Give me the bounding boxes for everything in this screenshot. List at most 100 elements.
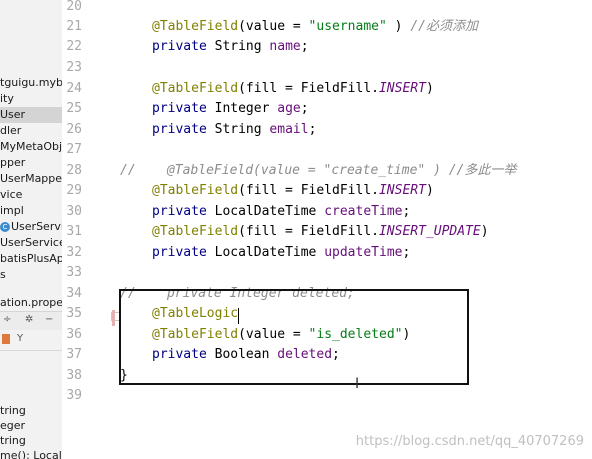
structure-item-label: tring xyxy=(0,404,26,417)
type-name: String xyxy=(206,39,270,54)
code-line-28[interactable]: // @TableField(value = "create_time" ) /… xyxy=(120,161,516,181)
line-number: 28 xyxy=(66,163,82,178)
tree-item-label: dler xyxy=(0,124,22,137)
filter-icon[interactable]: Y xyxy=(17,333,23,344)
structure-item-label: me(): LocalDat xyxy=(0,449,62,459)
tree-item-label: batisPlusAppl xyxy=(0,252,63,265)
enum-constant: INSERT xyxy=(378,183,426,198)
tree-item-label: User xyxy=(0,108,26,121)
code-line-25[interactable]: private Integer age; xyxy=(152,99,309,119)
tree-item-userservice[interactable]: UserService xyxy=(0,235,62,251)
structure-item-string[interactable]: tring xyxy=(0,403,26,419)
line-number: 25 xyxy=(66,101,82,116)
comment: //必须添加 xyxy=(410,19,478,34)
keyword: private xyxy=(152,101,207,116)
keyword: private xyxy=(152,39,207,54)
tree-item-label: ation.properti xyxy=(0,296,63,309)
string-literal: "username" xyxy=(308,19,387,34)
code-text: ) xyxy=(480,224,489,239)
line-number: 37 xyxy=(66,347,82,362)
line-number: 31 xyxy=(66,224,82,239)
code-line-29[interactable]: @TableField(fill = FieldFill.INSERT) xyxy=(152,181,434,201)
tree-item-label: pper xyxy=(0,156,26,169)
tree-item-entity-package[interactable]: ity xyxy=(0,91,14,107)
line-number-gutter: 20 21 22 23 24 25 26 27 28 29 30 31 32 3… xyxy=(62,0,120,459)
code-line-22[interactable]: private String name; xyxy=(152,37,309,57)
code-text: ) xyxy=(425,183,434,198)
project-tree-panel: tguigu.mybati ity User dler MyMetaObjec … xyxy=(0,0,63,459)
tree-item-label: ity xyxy=(0,92,14,105)
keyword: private xyxy=(152,122,207,137)
code-text: ) xyxy=(386,19,411,34)
field-name: createTime xyxy=(324,204,403,219)
type-name: LocalDateTime xyxy=(206,245,325,260)
line-number: 34 xyxy=(66,286,82,301)
highlight-rectangle xyxy=(119,289,469,385)
field-name: name xyxy=(269,39,301,54)
code-line-30[interactable]: private LocalDateTime createTime; xyxy=(152,202,410,222)
line-number: 29 xyxy=(66,183,82,198)
line-number: 23 xyxy=(66,60,82,75)
tree-item-module[interactable]: tguigu.mybati xyxy=(0,75,63,91)
code-text: (value = xyxy=(238,19,309,34)
tree-item-mapper-package[interactable]: pper xyxy=(0,155,25,171)
tree-item-properties-file[interactable]: ation.properti xyxy=(0,295,63,311)
class-icon: C xyxy=(0,222,10,232)
tree-item-label: vice xyxy=(0,188,23,201)
line-number: 38 xyxy=(66,368,82,383)
tree-item-handler-package[interactable]: dler xyxy=(0,123,21,139)
tree-item-resources[interactable]: s xyxy=(0,267,6,283)
watermark: https://blog.csdn.net/qq_40707269 xyxy=(355,434,584,449)
orange-square-icon[interactable] xyxy=(2,334,10,344)
line-number: 26 xyxy=(66,122,82,137)
line-number: 32 xyxy=(66,245,82,260)
structure-item-method[interactable]: me(): LocalDat xyxy=(0,448,62,459)
field-name: email xyxy=(269,122,309,137)
comment: // @TableField(value = "create_time" ) /… xyxy=(120,163,517,178)
line-number: 24 xyxy=(66,81,82,96)
line-number: 35 xyxy=(66,306,82,321)
code-text: ; xyxy=(402,204,411,219)
code-text: ) xyxy=(425,81,434,96)
tree-item-label: s xyxy=(0,268,6,281)
line-number: 36 xyxy=(66,327,82,342)
ibeam-cursor-icon: I xyxy=(355,376,360,392)
tree-item-label: MyMetaObjec xyxy=(0,140,63,153)
tree-item-label: UserServic xyxy=(11,220,62,233)
tree-item-application[interactable]: batisPlusAppl xyxy=(0,251,63,267)
code-line-26[interactable]: private String email; xyxy=(152,120,316,140)
structure-item-string-2[interactable]: tring xyxy=(0,433,26,449)
tree-item-metaobject-handler[interactable]: MyMetaObjec xyxy=(0,139,63,155)
type-name: String xyxy=(206,122,270,137)
code-text: ; xyxy=(308,122,317,137)
annotation: @TableField xyxy=(152,81,239,96)
tree-item-user-class[interactable]: User xyxy=(0,107,62,123)
code-text: ; xyxy=(300,101,309,116)
code-line-32[interactable]: private LocalDateTime updateTime; xyxy=(152,243,410,263)
line-number: 27 xyxy=(66,142,82,157)
code-line-21[interactable]: @TableField(value = "username" ) //必须添加 xyxy=(152,17,478,37)
collapse-icon[interactable]: ÷ xyxy=(3,314,11,325)
annotation: @TableField xyxy=(152,19,239,34)
structure-item-integer[interactable]: eger xyxy=(0,418,25,434)
tree-item-label: tguigu.mybati xyxy=(0,76,63,89)
gear-icon[interactable]: ✲ xyxy=(25,314,33,325)
code-editor[interactable]: @TableField(value = "username" ) //必须添加 … xyxy=(112,0,592,459)
tree-item-impl-package[interactable]: impl xyxy=(0,203,24,219)
line-number: 20 xyxy=(66,0,82,14)
line-number: 33 xyxy=(66,265,82,280)
enum-constant: INSERT xyxy=(378,81,426,96)
structure-item-label: eger xyxy=(0,419,26,432)
type-name: Integer xyxy=(206,101,278,116)
tree-item-service-package[interactable]: vice xyxy=(0,187,22,203)
structure-item-label: tring xyxy=(0,434,26,447)
code-line-31[interactable]: @TableField(fill = FieldFill.INSERT_UPDA… xyxy=(152,222,489,242)
field-name: age xyxy=(277,101,301,116)
code-line-24[interactable]: @TableField(fill = FieldFill.INSERT) xyxy=(152,79,434,99)
tree-item-label: impl xyxy=(0,204,24,217)
tree-item-userservice-impl[interactable]: CUserServic xyxy=(0,219,62,235)
line-number: 30 xyxy=(66,204,82,219)
tree-item-usermapper[interactable]: UserMapper xyxy=(0,171,62,187)
minus-icon[interactable]: − xyxy=(45,314,53,325)
code-text: (fill = FieldFill. xyxy=(238,224,379,239)
